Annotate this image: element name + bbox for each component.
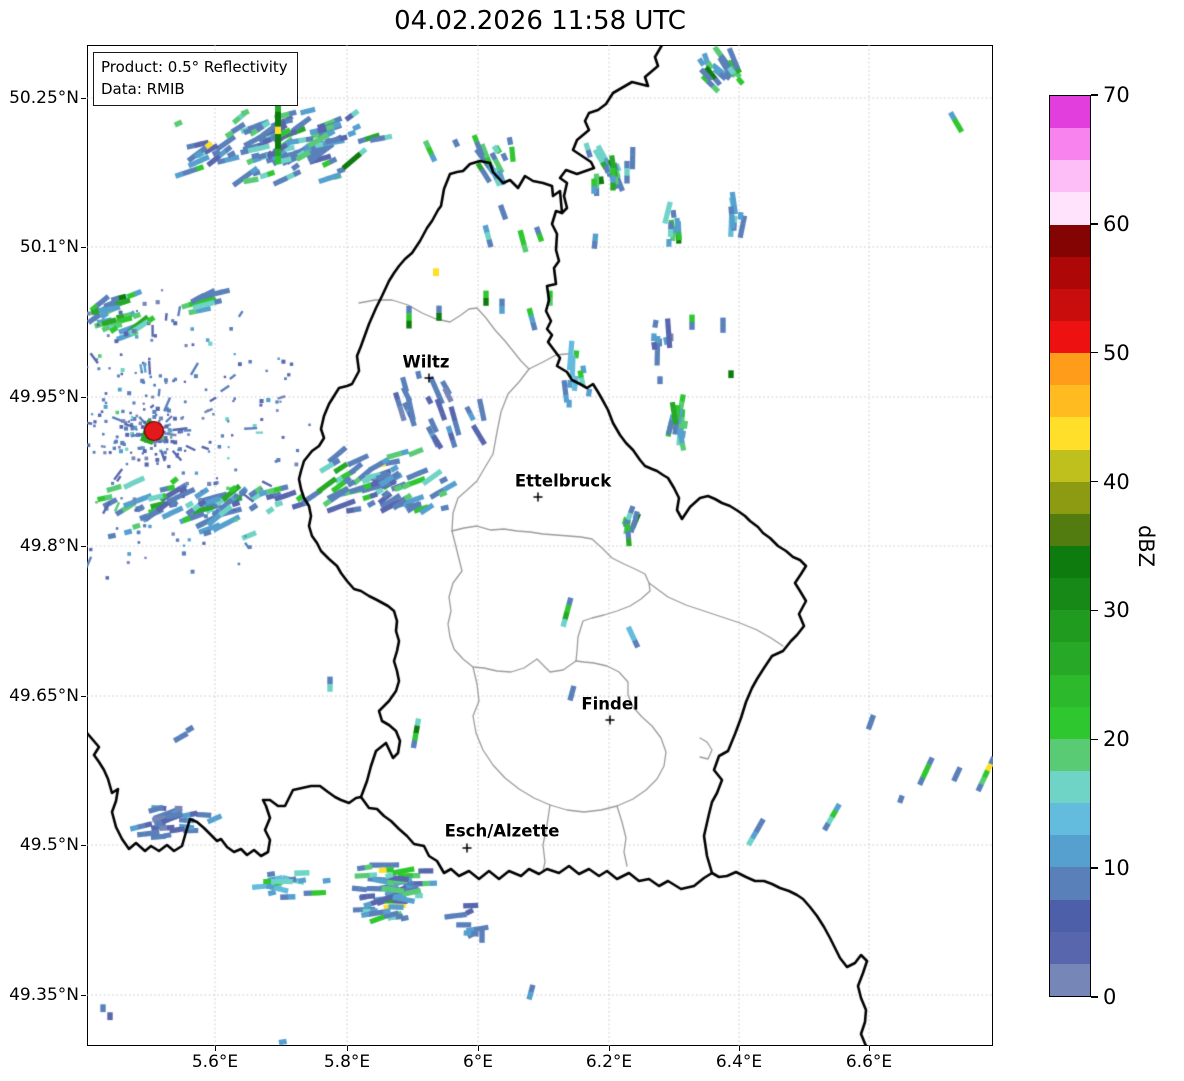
- colorbar-tick-label: 70: [1103, 83, 1130, 107]
- colorbar-segment: [1050, 803, 1090, 836]
- colorbar-segment: [1050, 642, 1090, 675]
- city-label: Findel: [581, 694, 639, 714]
- colorbar-axis-label: dBZ: [1134, 524, 1158, 568]
- colorbar: [1049, 95, 1091, 997]
- colorbar-segment: [1050, 96, 1090, 129]
- colorbar-segment: [1050, 385, 1090, 418]
- colorbar-segment: [1050, 835, 1090, 868]
- x-tick-label: 5.6°E: [191, 1052, 239, 1072]
- x-tick-label: 6.6°E: [845, 1052, 893, 1072]
- x-tick-label: 6.4°E: [715, 1052, 763, 1072]
- colorbar-segment: [1050, 674, 1090, 707]
- colorbar-tick-mark: [1091, 352, 1098, 354]
- colorbar-tick-mark: [1091, 609, 1098, 612]
- y-tick-mark: [81, 844, 86, 846]
- colorbar-segment: [1050, 738, 1090, 771]
- x-tick-mark: [868, 1046, 870, 1051]
- colorbar-segment: [1050, 288, 1090, 321]
- city-label: Esch/Alzette: [444, 821, 560, 841]
- colorbar-segment: [1050, 224, 1090, 257]
- y-tick-mark: [81, 994, 86, 996]
- y-tick-label: 50.25°N: [9, 88, 79, 108]
- colorbar-segment: [1050, 481, 1090, 514]
- colorbar-tick-label: 0: [1103, 985, 1117, 1009]
- colorbar-segment: [1050, 578, 1090, 611]
- x-tick-mark: [738, 1046, 740, 1051]
- y-tick-mark: [81, 97, 86, 99]
- y-tick-mark: [81, 396, 86, 398]
- colorbar-tick-label: 20: [1103, 727, 1130, 752]
- x-tick-mark: [214, 1046, 216, 1051]
- info-source-line: Data: RMIB: [101, 80, 185, 98]
- colorbar-segment: [1050, 449, 1090, 482]
- colorbar-segment: [1050, 867, 1090, 900]
- colorbar-tick-mark: [1091, 738, 1098, 740]
- radar-map-canvas: [87, 45, 993, 1046]
- x-tick-label: 6°E: [462, 1052, 494, 1072]
- city-label: Wiltz: [402, 352, 450, 372]
- colorbar-tick-label: 40: [1103, 469, 1130, 494]
- y-tick-label: 50.1°N: [19, 237, 79, 257]
- info-product-line: Product: 0.5° Reflectivity: [101, 58, 288, 76]
- colorbar-tick-mark: [1091, 867, 1098, 869]
- colorbar-tick-mark: [1091, 223, 1098, 225]
- y-tick-label: 49.8°N: [19, 536, 79, 556]
- x-tick-mark: [477, 1046, 479, 1051]
- colorbar-tick-mark: [1091, 480, 1098, 483]
- colorbar-segment: [1050, 513, 1090, 546]
- y-tick-label: 49.65°N: [9, 686, 79, 706]
- y-tick-label: 49.5°N: [19, 835, 79, 855]
- colorbar-segment: [1050, 899, 1090, 932]
- city-label: Ettelbruck: [514, 471, 612, 491]
- x-tick-mark: [608, 1046, 610, 1051]
- colorbar-segment: [1050, 160, 1090, 193]
- colorbar-tick-label: 60: [1103, 211, 1130, 236]
- x-tick-mark: [346, 1046, 348, 1051]
- colorbar-tick-label: 10: [1103, 856, 1130, 881]
- radar-figure: 04.02.2026 11:58 UTC Product: 0.5° Refle…: [0, 0, 1184, 1081]
- colorbar-segment: [1050, 931, 1090, 964]
- colorbar-tick-mark: [1091, 94, 1098, 96]
- colorbar-segment: [1050, 192, 1090, 225]
- colorbar-segment: [1050, 770, 1090, 804]
- colorbar-segment: [1050, 353, 1090, 386]
- colorbar-segment: [1050, 128, 1090, 161]
- colorbar-segment: [1050, 963, 1090, 996]
- x-tick-label: 5.8°E: [323, 1052, 371, 1072]
- y-tick-label: 49.35°N: [9, 985, 79, 1005]
- colorbar-tick-label: 30: [1103, 598, 1130, 623]
- x-tick-label: 6.2°E: [585, 1052, 633, 1072]
- page-title: 04.02.2026 11:58 UTC: [394, 6, 686, 36]
- colorbar-tick-mark: [1091, 996, 1098, 998]
- colorbar-segment: [1050, 610, 1090, 643]
- colorbar-segment: [1050, 256, 1090, 289]
- y-tick-mark: [81, 246, 86, 248]
- y-tick-mark: [81, 695, 86, 697]
- colorbar-segment: [1050, 706, 1090, 739]
- colorbar-segment: [1050, 545, 1090, 579]
- info-box: Product: 0.5° Reflectivity Data: RMIB: [93, 52, 298, 106]
- y-tick-mark: [81, 545, 86, 547]
- colorbar-segment: [1050, 417, 1090, 450]
- colorbar-segment: [1050, 320, 1090, 354]
- colorbar-tick-label: 50: [1103, 340, 1130, 365]
- y-tick-label: 49.95°N: [9, 387, 79, 407]
